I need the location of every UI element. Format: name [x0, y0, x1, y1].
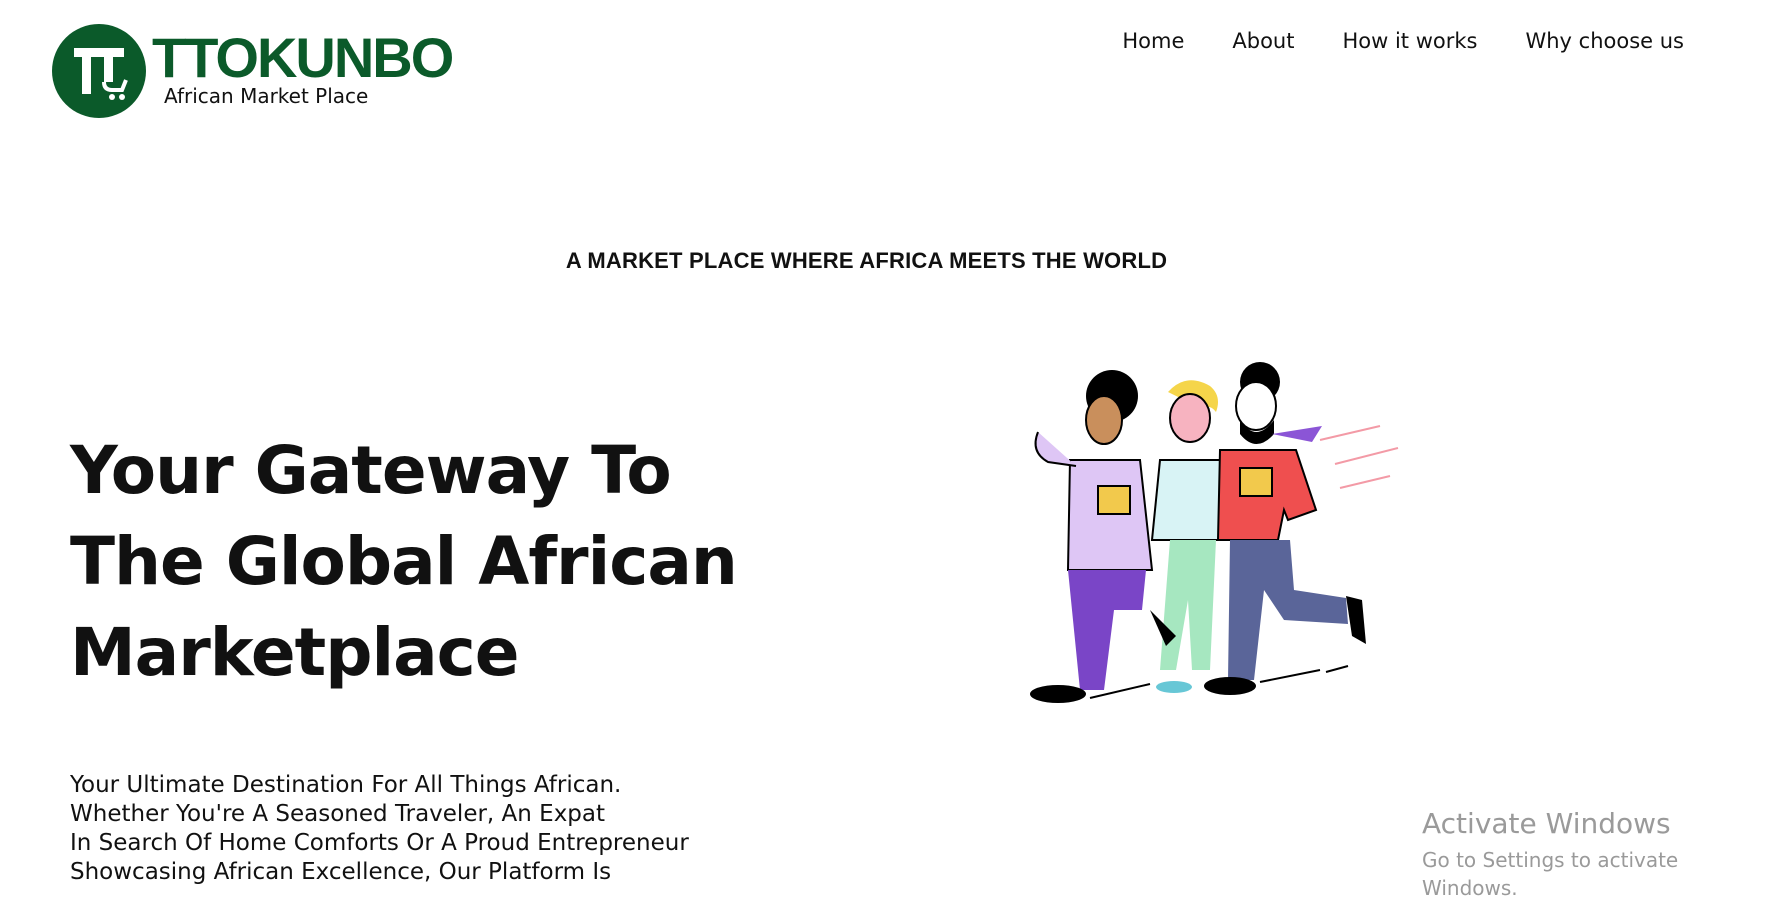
main-nav: Home About How it works Why choose us — [1122, 26, 1684, 56]
brand-subtitle: African Market Place — [164, 84, 369, 108]
hero-description: Your Ultimate Destination For All Things… — [70, 771, 770, 887]
description-line: Your Ultimate Destination For All Things… — [70, 772, 622, 798]
nav-how-it-works[interactable]: How it works — [1342, 26, 1477, 56]
headline-line: The Global African — [70, 523, 738, 600]
description-line: In Search Of Home Comforts Or A Proud En… — [70, 830, 689, 856]
watermark-subtitle: Go to Settings to activate Windows. — [1422, 848, 1679, 900]
cart-icon — [74, 48, 128, 100]
headline-line: Your Gateway To — [70, 432, 672, 509]
watermark-title: Activate Windows — [1422, 807, 1671, 840]
nav-home[interactable]: Home — [1122, 26, 1184, 56]
speed-lines — [1319, 425, 1399, 489]
description-line: Whether You're A Seasoned Traveler, An E… — [70, 801, 606, 827]
nav-why-choose-us[interactable]: Why choose us — [1525, 26, 1684, 56]
logo-emblem — [52, 24, 146, 118]
windows-activation-watermark: Activate Windows Go to Settings to activ… — [1422, 806, 1773, 902]
hero-tagline: A MARKET PLACE WHERE AFRICA MEETS THE WO… — [565, 248, 1168, 273]
figure-red — [1204, 362, 1366, 695]
headline-line: Marketplace — [70, 614, 520, 691]
brand-name: TTOKUNBO — [152, 26, 454, 89]
hero-headline: Your Gateway To The Global African Marke… — [70, 425, 770, 698]
nav-about[interactable]: About — [1232, 26, 1294, 56]
brand-logo[interactable]: TTOKUNBO African Market Place — [52, 24, 472, 120]
hero-illustration — [1030, 362, 1399, 703]
description-line: Showcasing African Excellence, Our Platf… — [70, 859, 612, 885]
